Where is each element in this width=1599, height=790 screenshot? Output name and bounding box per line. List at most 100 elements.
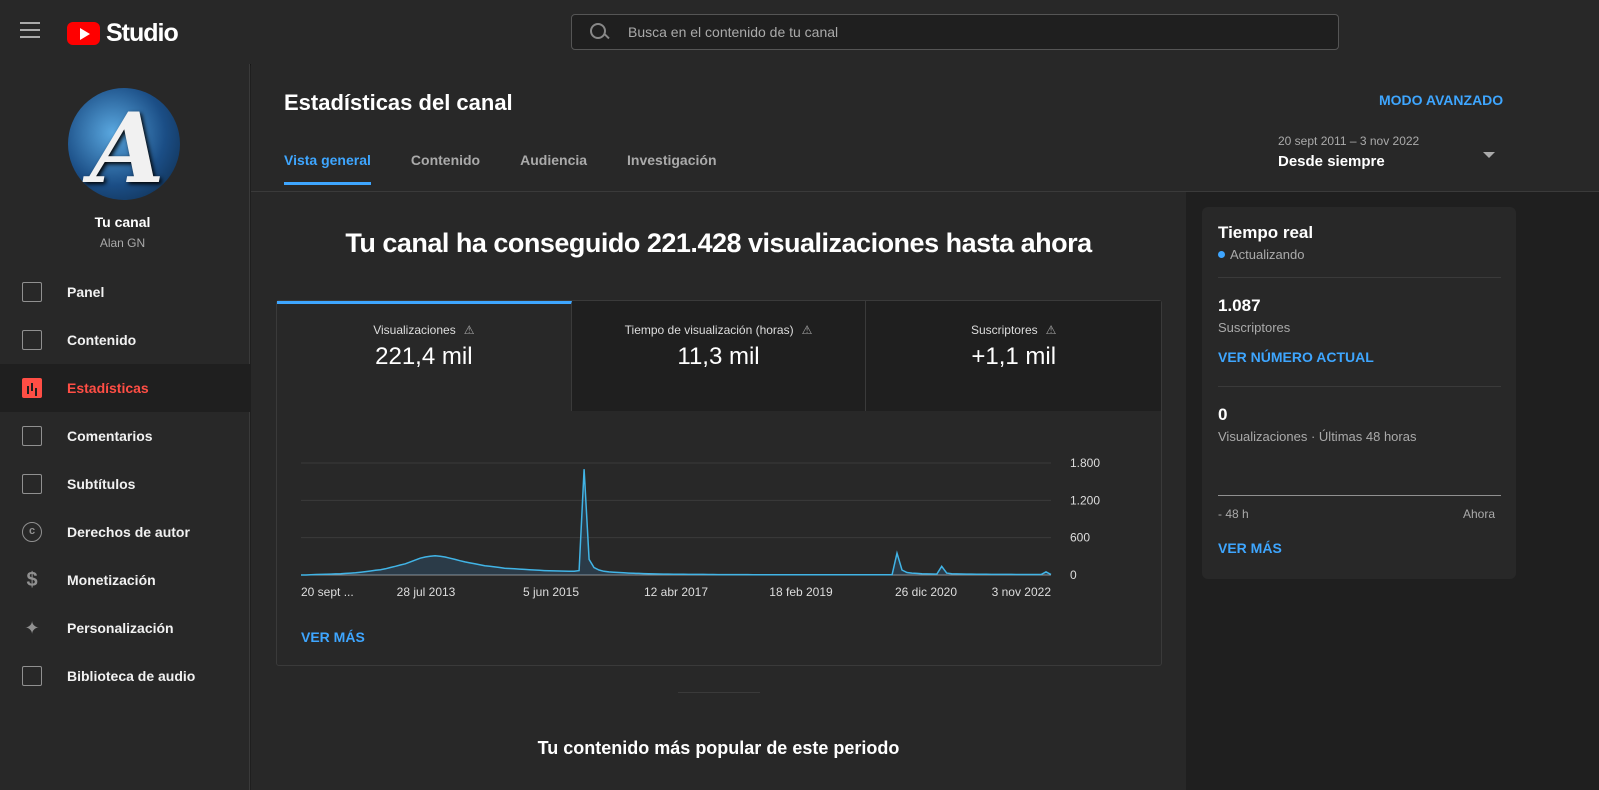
- see-current-number-button[interactable]: VER NÚMERO ACTUAL: [1218, 349, 1374, 365]
- live-dot-icon: [1218, 251, 1225, 258]
- main-area: Estadísticas del canal MODO AVANZADO 20 …: [251, 64, 1599, 790]
- sidebar-item-label: Monetización: [67, 572, 156, 588]
- tab-overview[interactable]: Vista general: [284, 152, 371, 185]
- search-input[interactable]: [628, 24, 1338, 40]
- metric-label: Visualizaciones ⚠: [373, 323, 475, 337]
- advanced-mode-button[interactable]: MODO AVANZADO: [1379, 92, 1503, 108]
- page-title: Estadísticas del canal: [284, 90, 513, 115]
- sidebar-item-label: Contenido: [67, 332, 137, 348]
- overview-headline: Tu canal ha conseguido 221.428 visualiza…: [345, 228, 1092, 258]
- realtime-views-value: 0: [1218, 405, 1228, 424]
- y-tick-label: 1.800: [1070, 456, 1100, 470]
- metric-value: 11,3 mil: [677, 343, 760, 370]
- sidebar-item-copyright[interactable]: c Derechos de autor: [0, 508, 250, 556]
- studio-wordmark: Studio: [106, 19, 179, 47]
- realtime-subscribers-value: 1.087: [1218, 296, 1261, 315]
- metric-value: 221,4 mil: [375, 343, 473, 370]
- x-tick-label: 20 sept ...: [301, 585, 354, 599]
- realtime-card: Tiempo real Actualizando 1.087 Suscripto…: [1202, 207, 1516, 579]
- series-line: [301, 469, 1052, 576]
- tab-bar: Vista general Contenido Audiencia Invest…: [284, 152, 757, 185]
- analytics-icon: [22, 378, 42, 398]
- channel-user: Alan GN: [99, 236, 146, 250]
- popular-content-title: Tu contenido más popular de este periodo: [537, 738, 900, 758]
- y-tick-label: 600: [1070, 531, 1090, 545]
- sidebar-item-label: Biblioteca de audio: [67, 668, 196, 684]
- warning-icon[interactable]: ⚠: [464, 323, 475, 337]
- copyright-icon: c: [22, 522, 42, 542]
- dashboard-icon: [22, 282, 42, 302]
- separator: [1218, 277, 1501, 278]
- x-tick-label: 12 abr 2017: [644, 585, 708, 599]
- metric-label: Tiempo de visualización (horas) ⚠: [624, 323, 813, 337]
- magic-wand-icon: ✦: [24, 618, 40, 638]
- search-box: [571, 14, 1339, 50]
- sidebar-nav: Panel Contenido Estadísticas Comentarios…: [0, 268, 250, 700]
- top-bar: Studio: [0, 0, 1599, 64]
- audio-library-icon: [22, 666, 42, 686]
- sidebar-item-label: Personalización: [67, 620, 174, 636]
- youtube-play-icon: [67, 22, 100, 45]
- sidebar-item-content[interactable]: Contenido: [0, 316, 250, 364]
- date-range-text[interactable]: 20 sept 2011 – 3 nov 2022: [1278, 134, 1419, 148]
- metric-watch-time[interactable]: Tiempo de visualización (horas) ⚠ 11,3 mi…: [571, 301, 867, 411]
- section-divider: [678, 692, 760, 693]
- sidebar-item-monetization[interactable]: $ Monetización: [0, 556, 250, 604]
- warning-icon[interactable]: ⚠: [1046, 323, 1057, 337]
- channel-avatar[interactable]: [68, 88, 180, 200]
- realtime-subscribers-label: Suscriptores: [1218, 320, 1291, 335]
- metric-value: +1,1 mil: [971, 343, 1057, 370]
- x-tick-label: 5 jun 2015: [523, 585, 579, 599]
- date-preset-text[interactable]: Desde siempre: [1278, 153, 1385, 170]
- subtitles-icon: [22, 474, 42, 494]
- sidebar-item-label: Subtítulos: [67, 476, 136, 492]
- metric-tabs: Visualizaciones ⚠ 221,4 mil Tiempo de vis…: [277, 301, 1162, 411]
- realtime-views-label: Visualizaciones · Últimas 48 horas: [1218, 429, 1417, 444]
- sidebar-item-comments[interactable]: Comentarios: [0, 412, 250, 460]
- analytics-header: Estadísticas del canal MODO AVANZADO 20 …: [251, 64, 1599, 192]
- realtime-axis: [1218, 495, 1501, 496]
- search-icon[interactable]: [589, 22, 609, 42]
- dollar-icon: $: [26, 569, 38, 591]
- x-tick-label: 18 feb 2019: [769, 585, 833, 599]
- realtime-axis-start: - 48 h: [1218, 507, 1249, 521]
- sidebar: Tu canal Alan GN Panel Contenido Estadís…: [0, 64, 250, 790]
- sidebar-item-label: Panel: [67, 284, 105, 300]
- realtime-status: Actualizando: [1218, 247, 1304, 262]
- overview-content: Tu canal ha conseguido 221.428 visualiza…: [251, 192, 1186, 790]
- realtime-title: Tiempo real: [1218, 223, 1314, 242]
- y-tick-label: 1.200: [1070, 493, 1100, 507]
- separator: [1218, 386, 1501, 387]
- x-tick-label: 3 nov 2022: [992, 585, 1052, 599]
- metric-subscribers[interactable]: Suscriptores ⚠ +1,1 mil: [866, 301, 1162, 411]
- y-tick-label: 0: [1070, 568, 1077, 582]
- metric-views[interactable]: Visualizaciones ⚠ 221,4 mil: [277, 301, 572, 411]
- sidebar-item-label: Comentarios: [67, 428, 153, 444]
- series-area: [301, 469, 1051, 575]
- comments-icon: [22, 426, 42, 446]
- views-chart[interactable]: 0 600 1.200 1.800 20 sept ... 28 jul 2013 5 ju…: [277, 411, 1161, 621]
- x-tick-label: 26 dic 2020: [895, 585, 957, 599]
- sidebar-item-subtitles[interactable]: Subtítulos: [0, 460, 250, 508]
- channel-name[interactable]: Tu canal: [0, 214, 245, 230]
- tab-research[interactable]: Investigación: [627, 152, 716, 185]
- see-more-button[interactable]: VER MÁS: [301, 629, 365, 645]
- realtime-axis-end: Ahora: [1463, 507, 1496, 521]
- chevron-down-icon[interactable]: [1483, 152, 1495, 158]
- realtime-see-more-button[interactable]: VER MÁS: [1218, 540, 1282, 556]
- tab-audience[interactable]: Audiencia: [520, 152, 587, 185]
- sidebar-item-panel[interactable]: Panel: [0, 268, 250, 316]
- content-icon: [22, 330, 42, 350]
- sidebar-item-analytics[interactable]: Estadísticas: [0, 364, 250, 412]
- sidebar-item-audio-library[interactable]: Biblioteca de audio: [0, 652, 250, 700]
- hamburger-menu-icon[interactable]: [20, 22, 40, 38]
- x-tick-label: 28 jul 2013: [397, 585, 456, 599]
- youtube-studio-logo[interactable]: Studio: [67, 19, 179, 48]
- metric-label: Suscriptores ⚠: [970, 323, 1057, 337]
- warning-icon[interactable]: ⚠: [802, 323, 813, 337]
- metrics-card: Visualizaciones ⚠ 221,4 mil Tiempo de vis…: [276, 300, 1162, 666]
- sidebar-item-label: Derechos de autor: [67, 524, 190, 540]
- sidebar-item-label: Estadísticas: [67, 380, 149, 396]
- sidebar-item-customization[interactable]: ✦ Personalización: [0, 604, 250, 652]
- tab-content[interactable]: Contenido: [411, 152, 480, 185]
